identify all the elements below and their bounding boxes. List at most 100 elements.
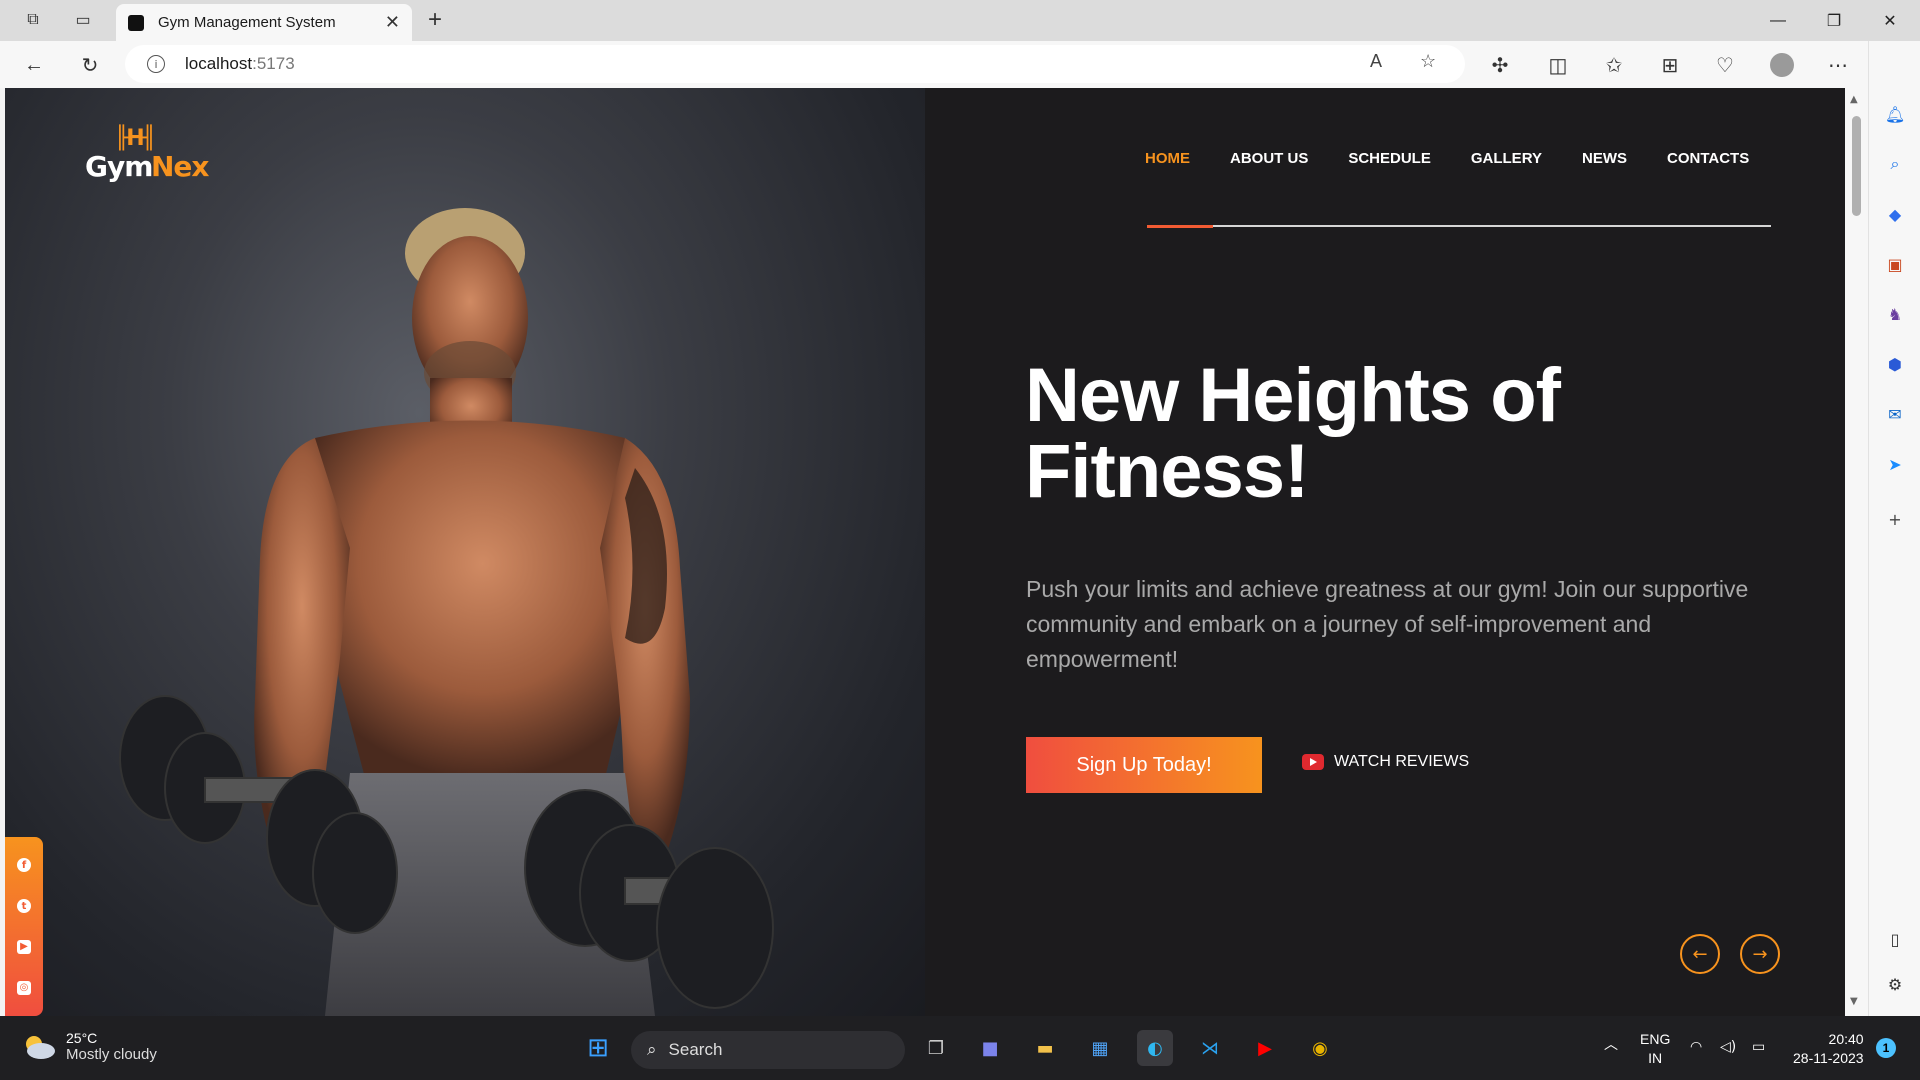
youtube-app-icon[interactable]: ▶ [1247,1030,1283,1066]
favorites-icon[interactable]: ✩ [1598,49,1630,81]
workspaces-icon[interactable]: ⧉ [18,6,48,34]
notification-badge[interactable]: 1 [1876,1038,1896,1058]
logo-text-nex: Nex [151,150,209,183]
slider-prev-button[interactable]: ← [1680,934,1720,974]
extensions-icon[interactable]: ✣ [1484,49,1516,81]
send-icon[interactable]: ➤ [1882,451,1908,477]
browser-essentials-icon[interactable]: ♡ [1709,49,1741,81]
weather-desc: Mostly cloudy [66,1046,157,1063]
clock-time: 20:40 [1828,1031,1864,1047]
sign-up-button[interactable]: Sign Up Today! [1026,737,1262,793]
cloud-icon [26,1035,55,1059]
battery-icon[interactable]: ▭ [1752,1038,1765,1057]
scroll-up-arrow[interactable]: ▲ [1850,94,1858,105]
taskbar-search[interactable]: ⌕ Search [631,1031,905,1069]
read-aloud-icon[interactable]: A [1370,51,1382,72]
split-screen-icon[interactable]: ◫ [1542,49,1574,81]
back-icon[interactable]: ← [18,49,50,81]
close-window-button[interactable]: ✕ [1862,0,1918,41]
start-windows-icon[interactable]: ⊞ [580,1030,616,1066]
search-label: Search [668,1040,723,1059]
athlete-illustration [119,208,774,1016]
nav-schedule[interactable]: SCHEDULE [1348,150,1431,167]
browser-tab[interactable]: Gym Management System ✕ [116,4,412,41]
sidebar-toggle-icon[interactable]: ▯ [1882,926,1908,952]
headline-line-2: Fitness! [1025,429,1309,514]
lang-line-2: IN [1648,1050,1663,1066]
wifi-icon[interactable]: ◠ [1690,1038,1702,1057]
site-logo[interactable]: ╟H╢ Gym Nex [85,126,215,186]
hero-image [5,88,925,1016]
nav-underline [1147,225,1771,228]
tab-actions-icon[interactable]: ▭ [68,6,98,34]
refresh-icon[interactable]: ↻ [74,49,106,81]
instagram-icon[interactable]: ◎ [17,980,31,995]
youtube-play-icon [1302,754,1324,770]
address-port: :5173 [252,54,295,73]
chrome-icon[interactable]: ◉ [1302,1030,1338,1066]
address-bar[interactable]: i localhost :5173 A ☆ [125,45,1465,83]
search-icon[interactable]: ⌕ [1882,151,1908,177]
site-favicon [128,14,144,31]
nav-gallery[interactable]: GALLERY [1471,150,1542,167]
hero-subtext: Push your limits and achieve greatness a… [1026,576,1749,672]
settings-gear-icon[interactable]: ⚙ [1882,971,1908,997]
nav-home[interactable]: HOME [1145,150,1190,167]
nav-about-us[interactable]: ABOUT US [1230,150,1308,167]
nav-active-indicator [1147,225,1213,228]
volume-icon[interactable]: ◁) [1720,1038,1736,1057]
bell-icon[interactable]: 🔔︎ [1882,101,1908,127]
profile-avatar[interactable] [1766,49,1798,81]
site-info-icon[interactable]: i [147,55,165,73]
browser-toolbar: ← ↻ i localhost :5173 A ☆ ✣ ◫ ✩ ⊞ ♡ ⋯ [0,41,1920,88]
games-icon[interactable]: ♞ [1882,301,1908,327]
tab-close-icon[interactable]: ✕ [385,12,400,33]
scrollbar-thumb[interactable] [1852,116,1861,216]
language-indicator[interactable]: ENG IN [1640,1030,1670,1068]
outlook-icon[interactable]: ✉ [1882,401,1908,427]
restore-button[interactable]: ❐ [1806,0,1862,41]
page-scrollbar[interactable]: ▲ ▼ [1845,88,1868,1016]
tools-icon[interactable]: ▣ [1882,251,1908,277]
store-icon[interactable]: ▦ [1082,1030,1118,1066]
clock-date: 28-11-2023 [1793,1050,1864,1066]
clock[interactable]: 20:40 28-11-2023 [1793,1030,1864,1068]
social-links-bar: f t ▶ ◎ [5,837,43,1016]
watch-reviews-label: WATCH REVIEWS [1334,753,1470,770]
nav-news[interactable]: NEWS [1582,150,1627,167]
slider-next-button[interactable]: → [1740,934,1780,974]
more-menu-icon[interactable]: ⋯ [1822,49,1854,81]
lang-line-1: ENG [1640,1031,1671,1047]
edge-browser-icon[interactable]: ◐ [1137,1030,1173,1066]
main-nav: HOME ABOUT US SCHEDULE GALLERY NEWS CONT… [1145,150,1749,167]
new-tab-button[interactable]: + [420,6,450,34]
youtube-icon[interactable]: ▶ [17,939,31,954]
shopping-tag-icon[interactable]: ◆ [1882,201,1908,227]
weather-temp: 25°C [66,1030,98,1046]
add-icon[interactable]: + [1882,506,1908,532]
teams-icon[interactable]: ■ [972,1030,1008,1066]
search-icon: ⌕ [647,1040,657,1060]
address-host: localhost [185,54,253,73]
tab-title: Gym Management System [158,14,336,31]
page-viewport: ╟H╢ Gym Nex f t ▶ ◎ HOME ABOUT US SCHEDU… [5,88,1845,1016]
collections-icon[interactable]: ⊞ [1654,49,1686,81]
microsoft-365-icon[interactable]: ⬢ [1882,351,1908,377]
minimize-button[interactable]: — [1750,0,1806,41]
task-view-icon[interactable]: ❐ [918,1030,954,1066]
edge-sidebar: 🔔︎ ⌕ ◆ ▣ ♞ ⬢ ✉ ➤ + ▯ ⚙ [1868,41,1920,1016]
scroll-down-arrow[interactable]: ▼ [1850,996,1858,1007]
file-explorer-icon[interactable]: ▬ [1027,1030,1063,1066]
headline-line-1: New Heights of [1025,353,1561,438]
tray-chevron-icon[interactable]: ︿ [1604,1036,1618,1055]
weather-widget[interactable]: 25°C Mostly cloudy [22,1030,157,1063]
facebook-icon[interactable]: f [17,858,31,873]
nav-contacts[interactable]: CONTACTS [1667,150,1749,167]
favorite-star-icon[interactable]: ☆ [1420,51,1436,72]
twitter-icon[interactable]: t [17,899,31,914]
vscode-icon[interactable]: ⋊ [1192,1030,1228,1066]
hero-headline: New Heights of Fitness! [1025,358,1725,510]
windows-taskbar: 25°C Mostly cloudy ⊞ ⌕ Search ❐ ■ ▬ ▦ ◐ … [0,1016,1920,1080]
dumbbell-icon: ╟H╢ [115,126,156,151]
watch-reviews-link[interactable]: WATCH REVIEWS [1302,753,1469,771]
